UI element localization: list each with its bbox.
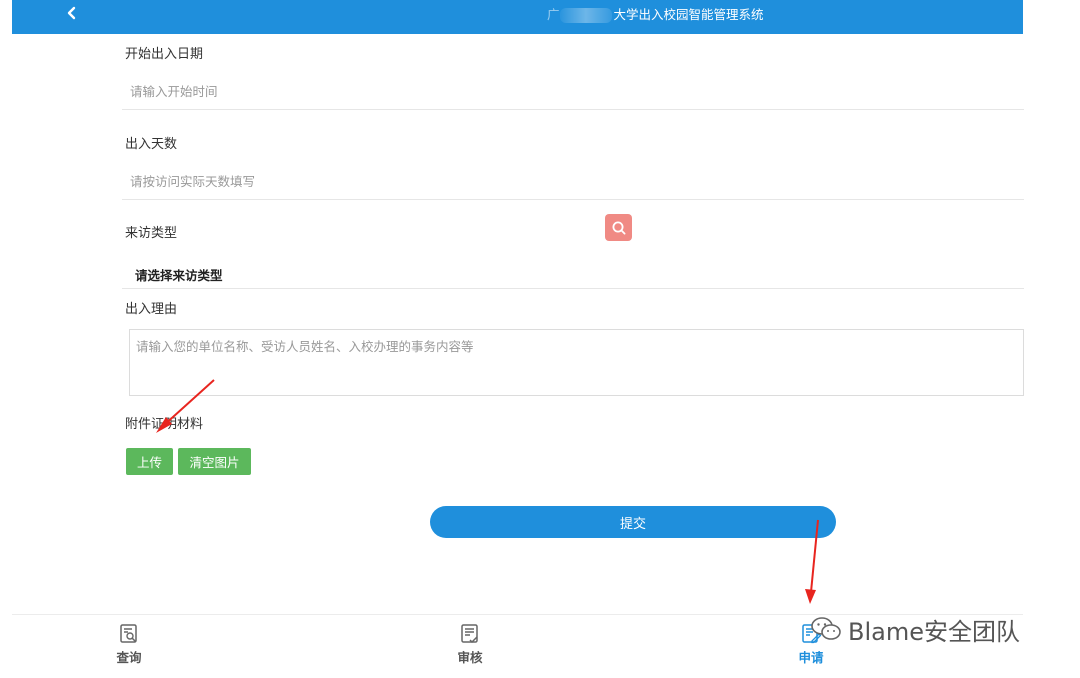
upload-button[interactable]: 上传 xyxy=(126,448,173,475)
back-chevron-icon[interactable] xyxy=(62,4,82,24)
attachment-label: 附件证明材料 xyxy=(125,417,204,432)
start-date-input[interactable] xyxy=(122,74,1024,110)
days-label: 出入天数 xyxy=(125,137,178,152)
title-prefix: 广 xyxy=(547,7,560,22)
visit-type-select[interactable]: 请选择来访类型 xyxy=(122,260,1024,289)
top-header: 广 大学出入校园智能管理系统 xyxy=(12,0,1023,34)
reason-textarea[interactable] xyxy=(129,329,1024,396)
title-text: 大学出入校园智能管理系统 xyxy=(613,7,764,22)
nav-item-review[interactable]: 审核 xyxy=(440,623,500,666)
wechat-icon xyxy=(811,617,841,640)
visit-type-search-button[interactable] xyxy=(605,214,632,241)
clear-images-button[interactable]: 清空图片 xyxy=(178,448,251,475)
watermark: Blame安全团队 xyxy=(810,612,1020,646)
visit-type-label: 来访类型 xyxy=(125,226,178,241)
watermark-text: Blame安全团队 xyxy=(848,617,1020,646)
redacted-region xyxy=(559,8,612,23)
nav-label-query: 查询 xyxy=(116,650,142,665)
nav-label-apply: 申请 xyxy=(798,650,824,665)
search-icon xyxy=(612,221,625,234)
days-input[interactable] xyxy=(122,164,1024,200)
submit-button[interactable]: 提交 xyxy=(430,506,836,538)
review-doc-icon xyxy=(461,624,478,644)
search-doc-icon xyxy=(120,624,137,643)
nav-item-query[interactable]: 查询 xyxy=(99,623,159,666)
start-date-label: 开始出入日期 xyxy=(125,47,204,62)
page-title: 广 大学出入校园智能管理系统 xyxy=(547,4,764,23)
reason-label: 出入理由 xyxy=(125,302,178,317)
nav-label-review: 审核 xyxy=(457,650,483,665)
